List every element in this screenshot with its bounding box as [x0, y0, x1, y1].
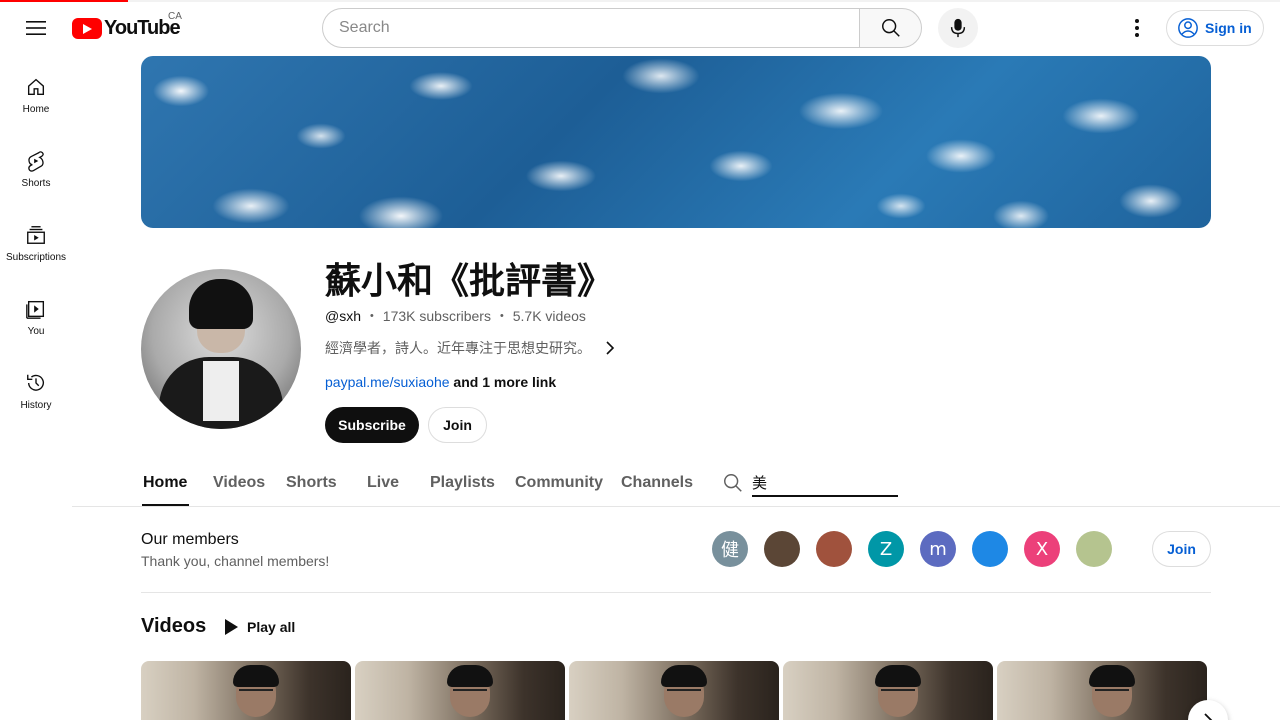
- channel-description[interactable]: 經濟學者，詩人。近年專注于思想史研究。: [325, 338, 615, 358]
- shorts-icon: [28, 151, 44, 172]
- channel-banner: [141, 56, 1211, 228]
- search-box: [322, 8, 922, 48]
- tab-shorts[interactable]: Shorts: [286, 474, 337, 492]
- sidebar-item-label: Shorts: [21, 178, 51, 189]
- play-all-button[interactable]: Play all: [224, 617, 295, 637]
- channel-meta: @sxh ・ 173K subscribers ・ 5.7K videos: [325, 306, 586, 326]
- video-thumbnail[interactable]: [569, 661, 779, 720]
- sidebar-item-shorts[interactable]: Shorts: [0, 130, 72, 204]
- members-title: Our members: [141, 531, 239, 548]
- sidebar-item-home[interactable]: Home: [0, 56, 72, 130]
- channel-search-input[interactable]: [752, 469, 898, 497]
- channel-avatar[interactable]: [141, 269, 301, 429]
- active-tab-indicator: [142, 504, 189, 506]
- tab-community[interactable]: Community: [515, 474, 603, 492]
- mini-guide-sidebar: Home Shorts Subscriptions You History: [0, 56, 72, 426]
- video-thumbnail[interactable]: [141, 661, 351, 720]
- subscribe-button[interactable]: Subscribe: [325, 407, 419, 443]
- members-subtitle: Thank you, channel members!: [141, 553, 330, 569]
- channel-links: paypal.me/suxiaohe and 1 more link: [325, 374, 556, 390]
- sidebar-item-label: Subscriptions: [5, 252, 67, 263]
- member-avatar[interactable]: [972, 531, 1008, 567]
- account-circle-icon: [1178, 18, 1198, 38]
- video-count: 5.7K videos: [512, 308, 586, 324]
- you-icon: [26, 300, 45, 319]
- member-avatar[interactable]: m: [920, 531, 956, 567]
- top-header: YouTube CA Sign in: [0, 0, 1280, 56]
- paypal-link[interactable]: paypal.me/suxiaohe: [325, 374, 450, 390]
- sidebar-item-history[interactable]: History: [0, 352, 72, 426]
- sidebar-item-subscriptions[interactable]: Subscriptions: [0, 204, 72, 278]
- subscriber-count: 173K subscribers: [382, 308, 491, 324]
- settings-menu-button[interactable]: [1121, 12, 1153, 44]
- tab-channels[interactable]: Channels: [621, 474, 693, 492]
- section-divider: [141, 592, 1211, 593]
- member-avatar[interactable]: Z: [868, 531, 904, 567]
- subscriptions-icon: [27, 226, 45, 244]
- member-avatar[interactable]: [764, 531, 800, 567]
- sidebar-item-label: Home: [22, 104, 50, 115]
- tab-home[interactable]: Home: [143, 474, 187, 492]
- play-icon: [225, 619, 238, 635]
- play-all-label: Play all: [247, 619, 296, 635]
- video-thumbnail[interactable]: [355, 661, 565, 720]
- member-avatar[interactable]: 健: [712, 531, 748, 567]
- sidebar-item-label: History: [20, 400, 52, 411]
- search-icon: [881, 19, 900, 37]
- meta-separator: ・: [494, 308, 509, 324]
- sidebar-item-label: You: [27, 326, 45, 337]
- meta-separator: ・: [364, 308, 379, 324]
- sign-in-label: Sign in: [1205, 20, 1252, 36]
- search-button[interactable]: [859, 8, 922, 48]
- voice-search-button[interactable]: [938, 8, 978, 48]
- join-button[interactable]: Join: [428, 407, 487, 443]
- chevron-right-icon: [606, 341, 615, 355]
- more-vert-icon: [1135, 19, 1139, 37]
- hamburger-icon: [26, 21, 46, 35]
- member-avatar[interactable]: [816, 531, 852, 567]
- sign-in-button[interactable]: Sign in: [1166, 10, 1264, 46]
- country-code: CA: [168, 11, 182, 22]
- description-text: 經濟學者，詩人。近年專注于思想史研究。: [325, 341, 591, 357]
- more-links-button[interactable]: and 1 more link: [450, 374, 556, 390]
- sidebar-item-you[interactable]: You: [0, 278, 72, 352]
- tab-videos[interactable]: Videos: [213, 474, 265, 492]
- history-icon: [27, 374, 44, 391]
- menu-button[interactable]: [20, 12, 52, 44]
- member-avatar[interactable]: [1076, 531, 1112, 567]
- chevron-right-icon: [1204, 713, 1213, 720]
- youtube-logo[interactable]: YouTube CA: [72, 11, 182, 40]
- channel-tabs: Home Videos Shorts Live Playlists Commun…: [72, 464, 1280, 507]
- video-thumbnail[interactable]: [997, 661, 1207, 720]
- youtube-play-icon: [72, 17, 102, 39]
- members-join-button[interactable]: Join: [1152, 531, 1211, 567]
- channel-title: 蘇小和《批評書》: [325, 261, 614, 302]
- home-icon: [27, 78, 45, 96]
- search-icon[interactable]: [722, 472, 744, 494]
- microphone-icon: [950, 18, 966, 38]
- videos-section-title[interactable]: Videos: [141, 615, 206, 638]
- channel-handle: @sxh: [325, 308, 361, 324]
- tab-live[interactable]: Live: [367, 474, 399, 492]
- search-input[interactable]: [322, 8, 859, 48]
- tab-playlists[interactable]: Playlists: [430, 474, 495, 492]
- video-thumbnail[interactable]: [783, 661, 993, 720]
- member-avatar[interactable]: X: [1024, 531, 1060, 567]
